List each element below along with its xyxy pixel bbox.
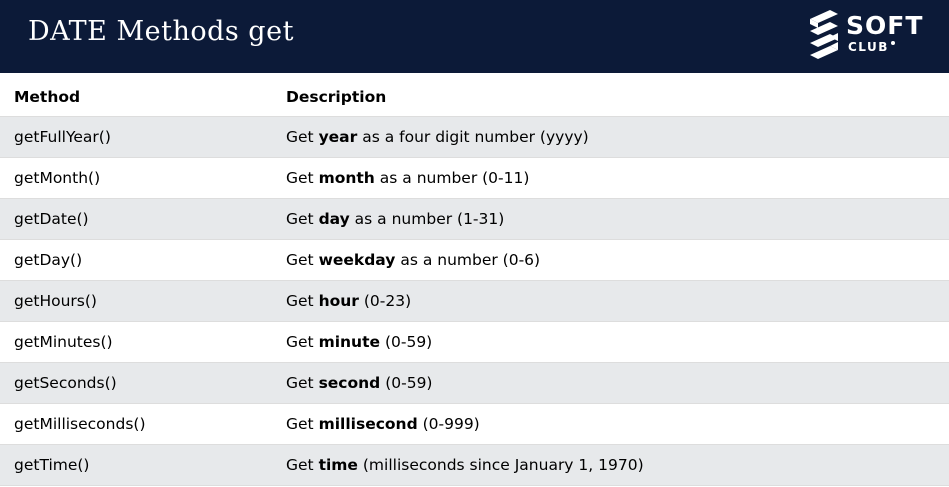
table-row: getSeconds() Get second (0-59) [0, 363, 949, 404]
table-row: getHours() Get hour (0-23) [0, 281, 949, 322]
table-row: getMonth() Get month as a number (0-11) [0, 158, 949, 199]
table-row: getTime() Get time (milliseconds since Ja… [0, 445, 949, 486]
description-cell: Get millisecond (0-999) [286, 404, 480, 444]
date-methods-table: Method Description getFullYear() Get year… [0, 77, 949, 486]
table-row: getDate() Get day as a number (1-31) [0, 199, 949, 240]
description-prefix: Get [286, 333, 319, 351]
description-suffix: (milliseconds since January 1, 1970) [357, 456, 644, 474]
table-row: getFullYear() Get year as a four digit nu… [0, 117, 949, 158]
description-cell: Get time (milliseconds since January 1, … [286, 445, 644, 485]
description-cell: Get year as a four digit number (yyyy) [286, 117, 589, 157]
description-cell: Get second (0-59) [286, 363, 432, 403]
method-cell: getMilliseconds() [14, 415, 146, 433]
description-cell: Get minute (0-59) [286, 322, 432, 362]
description-cell: Get weekday as a number (0-6) [286, 240, 540, 280]
table-row: getMilliseconds() Get millisecond (0-999) [0, 404, 949, 445]
description-prefix: Get [286, 210, 319, 228]
table-row: getDay() Get weekday as a number (0-6) [0, 240, 949, 281]
method-cell: getDate() [14, 210, 89, 228]
description-suffix: (0-59) [380, 333, 433, 351]
description-prefix: Get [286, 128, 319, 146]
description-prefix: Get [286, 169, 319, 187]
description-suffix: (0-59) [380, 374, 433, 392]
description-suffix: as a number (0-11) [374, 169, 530, 187]
description-suffix: as a four digit number (yyyy) [357, 128, 589, 146]
method-cell: getFullYear() [14, 128, 111, 146]
description-suffix: (0-999) [417, 415, 480, 433]
description-suffix: (0-23) [358, 292, 412, 310]
logo-wordmark: SOFT [846, 11, 924, 40]
description-prefix: Get [286, 292, 319, 310]
method-cell: getMonth() [14, 169, 101, 187]
description-keyword: minute [318, 333, 381, 351]
description-cell: Get hour (0-23) [286, 281, 411, 321]
column-header-method: Method [14, 87, 81, 106]
table-row: getMinutes() Get minute (0-59) [0, 322, 949, 363]
description-suffix: as a number (1-31) [349, 210, 505, 228]
description-keyword: month [318, 169, 375, 187]
description-keyword: hour [318, 292, 359, 310]
table-header-row: Method Description [0, 77, 949, 117]
description-prefix: Get [286, 374, 319, 392]
soft-club-logo: SOFT CLUB [808, 9, 934, 63]
description-keyword: millisecond [318, 415, 418, 433]
logo-subtext: CLUB [848, 40, 895, 54]
column-header-description: Description [286, 87, 387, 106]
description-prefix: Get [286, 456, 319, 474]
method-cell: getSeconds() [14, 374, 117, 392]
page-title: DATE Methods get [28, 16, 294, 47]
description-cell: Get day as a number (1-31) [286, 199, 504, 239]
method-cell: getTime() [14, 456, 90, 474]
description-cell: Get month as a number (0-11) [286, 158, 529, 198]
description-keyword: day [318, 210, 350, 228]
description-prefix: Get [286, 415, 319, 433]
header-bar: DATE Methods get SOFT CLUB [0, 0, 949, 73]
description-suffix: as a number (0-6) [395, 251, 541, 269]
description-keyword: year [318, 128, 358, 146]
method-cell: getMinutes() [14, 333, 113, 351]
description-keyword: weekday [318, 251, 396, 269]
description-keyword: second [318, 374, 381, 392]
logo-mark-icon [810, 10, 838, 59]
description-prefix: Get [286, 251, 319, 269]
description-keyword: time [318, 456, 358, 474]
method-cell: getDay() [14, 251, 83, 269]
method-cell: getHours() [14, 292, 97, 310]
